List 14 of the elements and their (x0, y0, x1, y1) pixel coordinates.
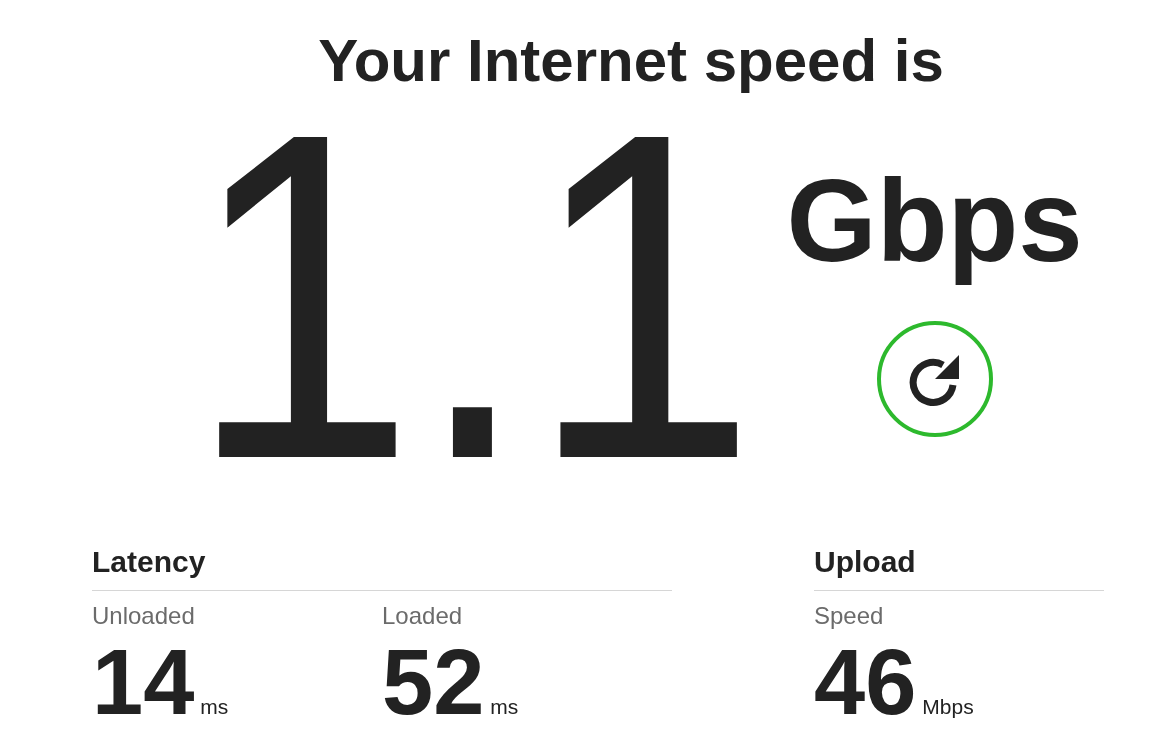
section-title: Latency (92, 542, 672, 591)
metric-unit: Mbps (922, 695, 974, 719)
speed-unit: Gbps (786, 156, 1083, 286)
metric-label: Loaded (382, 601, 464, 631)
metric-unit: ms (490, 695, 519, 719)
speed-value: 1.1 (188, 96, 757, 516)
page-title: Your Internet speed is (317, 26, 945, 96)
metric-label: Speed (814, 601, 885, 631)
metric-value: 14 (92, 637, 195, 727)
metric-value: 52 (382, 637, 485, 727)
metric-unit: ms (200, 695, 229, 719)
metric-label: Unloaded (92, 601, 196, 631)
section-title: Upload (814, 542, 1104, 591)
metric-value: 46 (814, 637, 917, 727)
